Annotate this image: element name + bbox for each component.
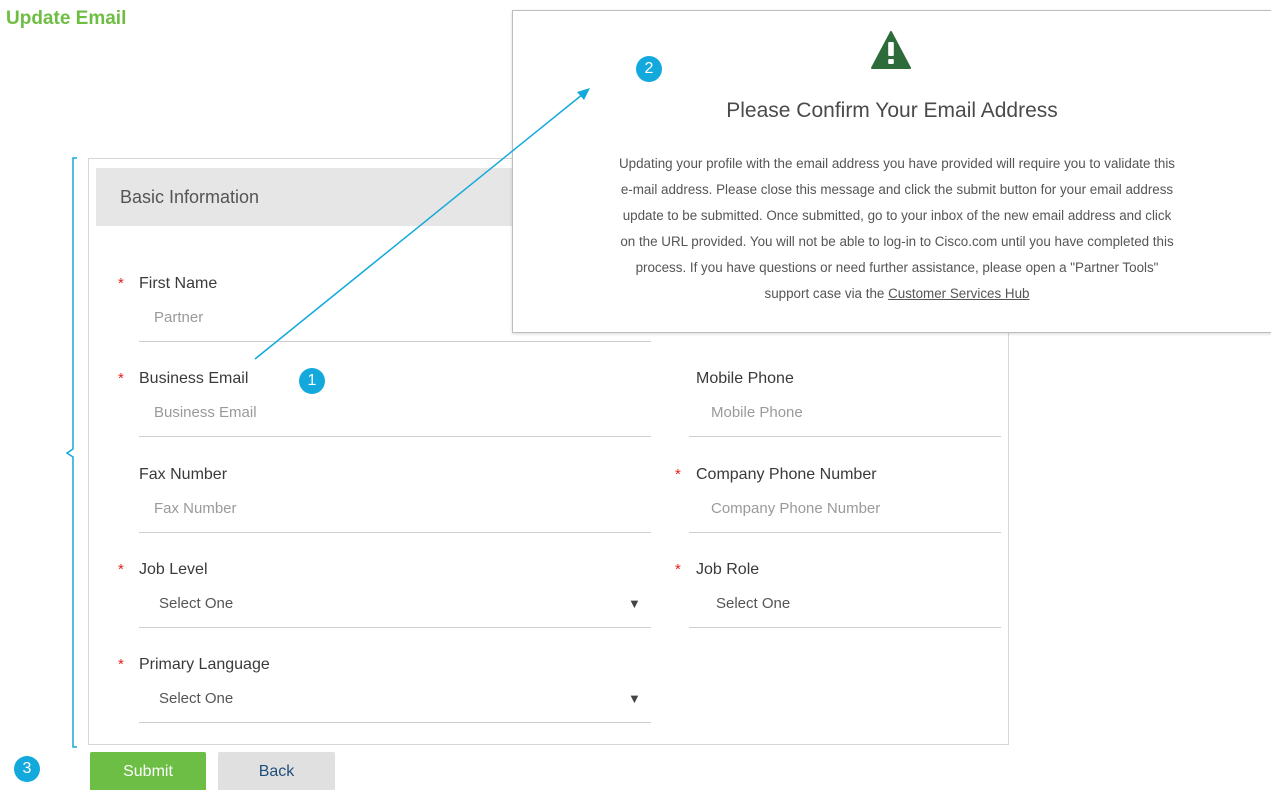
callout-badge-1: 1 [299,368,325,394]
modal-body-line: on the URL provided. You will not be abl… [620,234,1174,249]
modal-body-line: Updating your profile with the email add… [618,156,1175,171]
back-button[interactable]: Back [218,752,335,790]
chevron-down-icon[interactable]: ▼ [628,691,641,706]
company-phone-label: Company Phone Number [696,466,877,483]
modal-body-line: update to be submitted. Once submitted, … [622,208,1172,223]
required-marker: * [118,656,124,673]
mobile-phone-underline [689,436,1001,437]
fax-number-input[interactable]: Fax Number [154,500,237,517]
job-role-label: Job Role [696,561,760,578]
company-phone-underline [689,532,1001,533]
company-phone-input[interactable]: Company Phone Number [711,500,880,517]
job-level-underline [139,627,651,628]
confirm-email-modal: Please Confirm Your Email Address Updati… [512,10,1271,333]
modal-title: Please Confirm Your Email Address [726,99,1058,122]
first-name-underline [139,341,651,342]
required-marker: * [675,466,681,483]
mobile-phone-label: Mobile Phone [696,370,794,387]
modal-body: Updating your profile with the email add… [523,151,1271,307]
primary-language-select[interactable]: Select One [159,690,233,707]
mobile-phone-input[interactable]: Mobile Phone [711,404,803,421]
page-title: Update Email [6,8,127,29]
callout-badge-2: 2 [636,56,662,82]
business-email-input[interactable]: Business Email [154,404,257,421]
primary-language-label: Primary Language [139,656,270,673]
form-bracket [66,157,77,748]
fax-number-underline [139,532,651,533]
job-role-select[interactable]: Select One [716,595,790,612]
first-name-input[interactable]: Partner [154,309,203,326]
first-name-label: First Name [139,275,218,292]
warning-triangle-icon [871,31,911,74]
modal-body-line: e-mail address. Please close this messag… [620,182,1174,197]
primary-language-underline [139,722,651,723]
required-marker: * [118,561,124,578]
required-marker: * [118,370,124,387]
modal-body-line: support case via the Customer Services H… [523,281,1271,307]
submit-button[interactable]: Submit [90,752,206,790]
section-title: Basic Information [120,187,260,207]
modal-body-text: support case via the [764,286,889,301]
customer-services-hub-link[interactable]: Customer Services Hub [888,286,1029,301]
job-level-select[interactable]: Select One [159,595,233,612]
required-marker: * [118,275,124,292]
job-role-underline [689,627,1001,628]
modal-body-line: process. If you have questions or need f… [635,260,1159,275]
job-level-label: Job Level [139,561,208,578]
required-marker: * [675,561,681,578]
chevron-down-icon[interactable]: ▼ [628,596,641,611]
business-email-underline [139,436,651,437]
callout-badge-3: 3 [14,756,40,782]
fax-number-label: Fax Number [139,466,228,483]
business-email-label: Business Email [139,370,249,387]
